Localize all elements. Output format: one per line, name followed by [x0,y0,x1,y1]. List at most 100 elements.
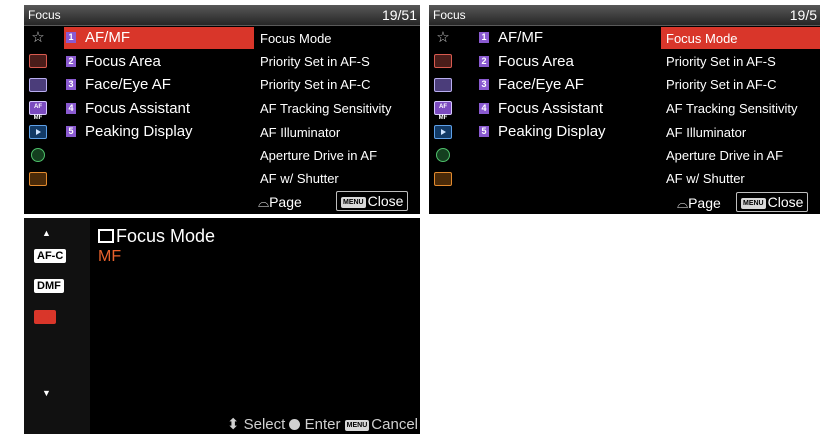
star-icon[interactable]: ☆ [434,30,452,45]
camera-icon[interactable] [29,54,47,68]
submenu-item-focus-assistant[interactable]: 4 Focus Assistant [64,98,254,120]
setting-priority-af-c[interactable]: Priority Set in AF-C [661,73,820,95]
title-bar: Focus 19/51 [24,5,420,26]
submenu-label: Focus Area [498,53,574,70]
submenu-number: 5 [66,126,76,137]
setting-priority-af-c[interactable]: Priority Set in AF-C [255,73,415,95]
setting-label: AF Tracking Sensitivity [260,101,392,116]
setting-af-illuminator[interactable]: AF Illuminator [255,121,415,143]
submenu-number: 3 [479,79,489,90]
submenu-item-face-eye-af[interactable]: 3 Face/Eye AF [477,74,667,96]
submenu-number: 5 [479,126,489,137]
submenu-label: AF/MF [85,29,130,46]
page-counter: 19/5 [789,7,817,23]
option-dmf[interactable]: DMF [34,279,64,293]
select-arrows-icon: ⬍ [226,416,240,433]
submenu-item-focus-area[interactable]: 2 Focus Area [477,51,667,73]
submenu-number: 4 [66,103,76,114]
menu-key-icon: MENU [344,419,370,431]
focus-mode-value: MF [98,248,122,265]
submenu-item-peaking-display[interactable]: 5 Peaking Display [477,121,667,143]
submenu-number: 1 [66,32,76,43]
page-label: Page [269,194,302,210]
scroll-up-icon[interactable]: ▲ [42,228,51,238]
page-button[interactable]: ⌓Page [258,194,302,211]
setting-focus-mode[interactable]: Focus Mode [255,27,415,49]
submenu-item-af-mf[interactable]: 1 AF/MF [64,27,254,49]
enter-label[interactable]: Enter [305,416,341,433]
image-icon[interactable] [29,78,47,92]
page-down-icon: ⌓ [258,194,270,210]
close-label: Close [367,193,404,209]
select-label[interactable]: Select [244,416,286,433]
menu-screen-left-selected: Focus 19/51 ☆ AF MF 1 AF/MF 2 Focus Area… [24,5,420,214]
setting-label: Focus Mode [666,31,738,46]
network-icon[interactable] [436,148,450,162]
focus-mode-screen: ▲ AF-C DMF MF ▼ Focus Mode MF ⬍ Select E… [24,218,420,434]
page-button[interactable]: ⌓Page [677,195,721,212]
toolbox-icon[interactable] [29,172,47,186]
submenu-number: 1 [479,32,489,43]
option-af-c[interactable]: AF-C [34,249,67,263]
enter-dot-icon [289,419,301,430]
setting-aperture-drive[interactable]: Aperture Drive in AF [661,144,820,166]
scroll-down-icon[interactable]: ▼ [42,388,51,398]
close-button[interactable]: MENU Close [336,191,409,211]
option-column: ▲ AF-C DMF MF ▼ [24,218,90,434]
image-icon[interactable] [434,78,452,92]
submenu-item-face-eye-af[interactable]: 3 Face/Eye AF [64,74,254,96]
submenu-item-focus-area[interactable]: 2 Focus Area [64,51,254,73]
setting-af-tracking-sensitivity[interactable]: AF Tracking Sensitivity [661,97,820,119]
menu-title: Focus [433,8,466,22]
submenu-label: Face/Eye AF [498,76,584,93]
submenu-label: Peaking Display [498,123,606,140]
submenu-label: AF/MF [498,29,543,46]
toolbox-icon[interactable] [434,172,452,186]
submenu-label: Focus Assistant [85,100,191,117]
setting-label: AF w/ Shutter [666,171,745,186]
focus-mode-panel: Focus Mode MF [90,218,420,434]
submenu-item-peaking-display[interactable]: 5 Peaking Display [64,121,254,143]
close-label: Close [767,194,804,210]
setting-label: Priority Set in AF-S [666,54,776,69]
setting-af-w-shutter[interactable]: AF w/ Shutter [661,167,820,189]
af-mf-icon[interactable]: AF MF [434,101,452,121]
close-button[interactable]: MENU Close [736,192,809,212]
setting-label: Aperture Drive in AF [260,148,378,163]
setting-label: Priority Set in AF-C [260,77,371,92]
submenu-number: 4 [479,103,489,114]
submenu-label: Focus Area [85,53,161,70]
play-icon[interactable] [29,125,47,139]
setting-label: AF Illuminator [666,125,747,140]
option-mf[interactable]: MF [34,310,56,324]
camera-icon[interactable] [434,54,452,68]
setting-aperture-drive[interactable]: Aperture Drive in AF [255,144,415,166]
setting-focus-mode[interactable]: Focus Mode [661,27,820,49]
menu-key-icon: MENU [741,197,766,209]
page-label: Page [688,195,721,211]
menu-title: Focus [28,8,61,22]
cancel-label[interactable]: Cancel [371,416,418,433]
title-bar: Focus 19/5 [429,5,820,26]
setting-label: AF w/ Shutter [260,171,339,186]
setting-af-w-shutter[interactable]: AF w/ Shutter [255,167,415,189]
setting-label: Focus Mode [260,31,332,46]
setting-priority-af-s[interactable]: Priority Set in AF-S [255,50,415,72]
af-mf-icon[interactable]: AF MF [29,101,47,121]
submenu-item-focus-assistant[interactable]: 4 Focus Assistant [477,98,667,120]
submenu-item-af-mf[interactable]: 1 AF/MF [477,27,667,49]
setting-priority-af-s[interactable]: Priority Set in AF-S [661,50,820,72]
star-icon[interactable]: ☆ [29,30,47,45]
submenu-number: 3 [66,79,76,90]
submenu-label: Focus Assistant [498,100,604,117]
setting-label: AF Tracking Sensitivity [666,101,798,116]
setting-af-illuminator[interactable]: AF Illuminator [661,121,820,143]
setting-label: Priority Set in AF-S [260,54,370,69]
submenu-label: Face/Eye AF [85,76,171,93]
menu-screen-right-selected: Focus 19/5 ☆ AF MF 1 AF/MF 2 Focus Area … [429,5,820,214]
focus-mode-title: Focus Mode [98,226,215,247]
network-icon[interactable] [31,148,45,162]
focus-mode-title-text: Focus Mode [116,226,216,246]
setting-af-tracking-sensitivity[interactable]: AF Tracking Sensitivity [255,97,415,119]
play-icon[interactable] [434,125,452,139]
